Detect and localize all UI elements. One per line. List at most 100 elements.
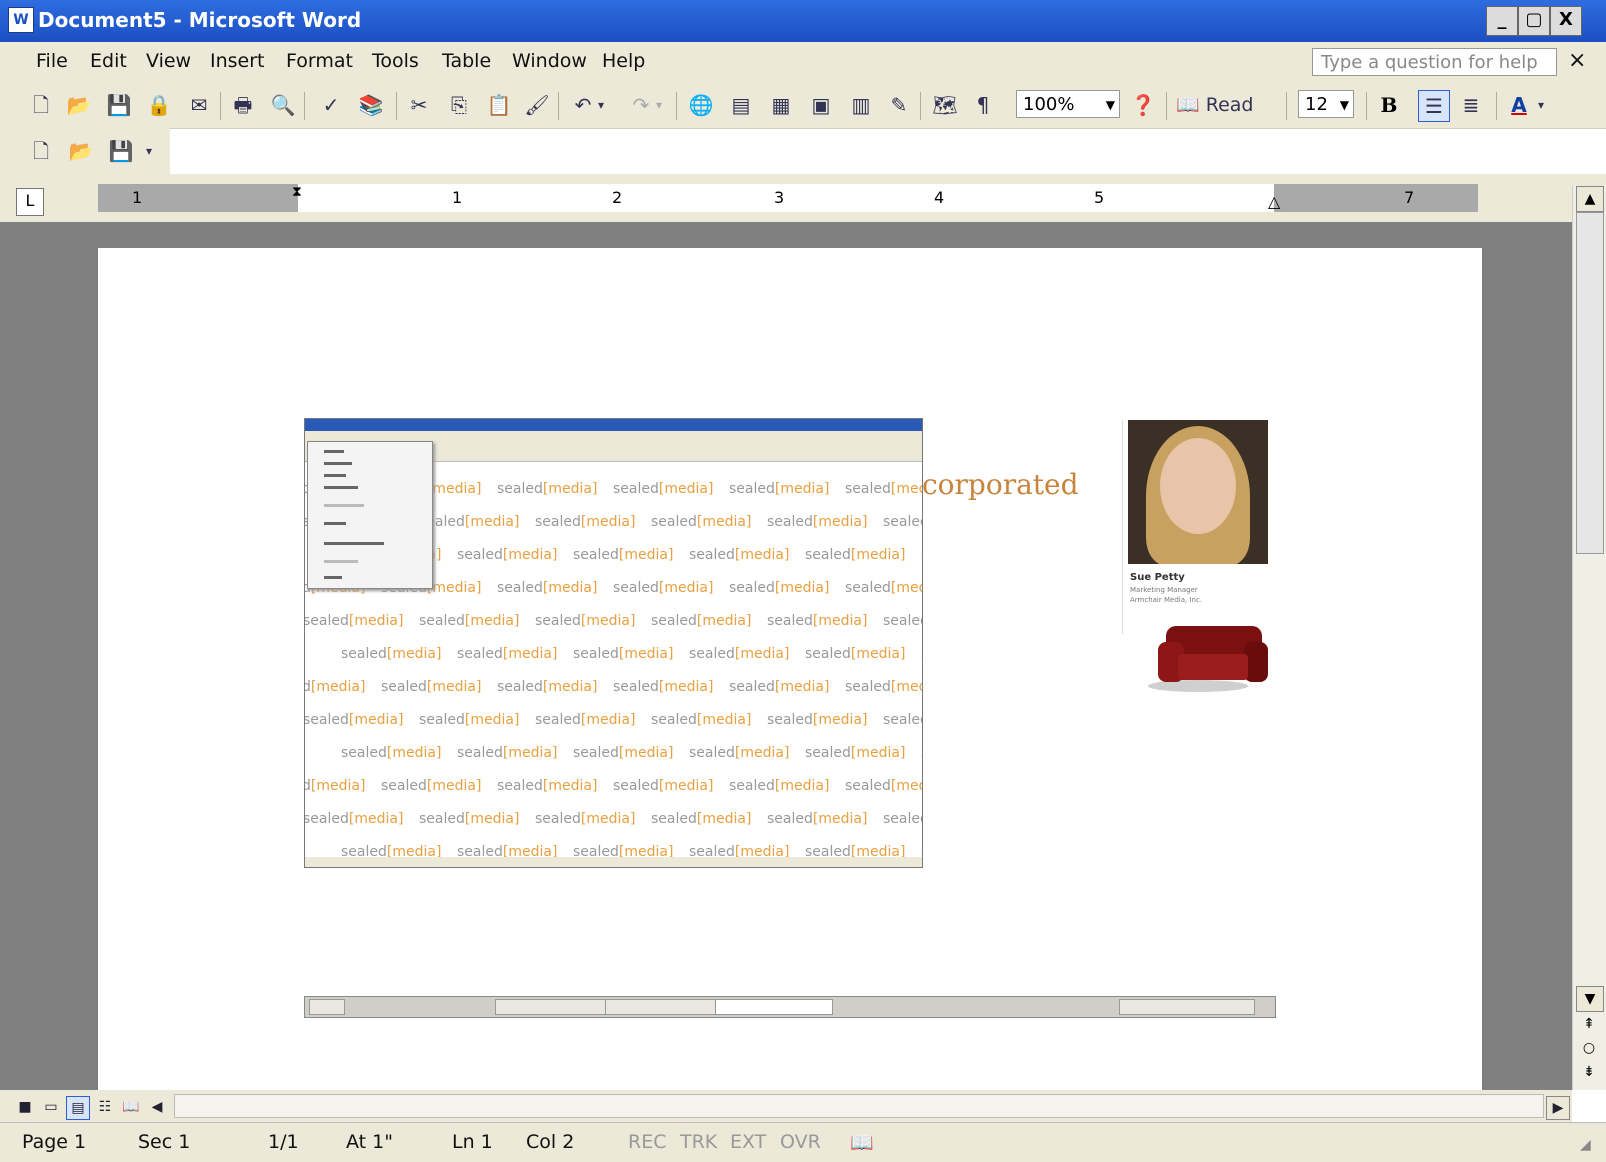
- font-color-dropdown-icon[interactable]: ▾: [1534, 90, 1548, 120]
- horizontal-scroll-track[interactable]: [174, 1094, 1544, 1118]
- left-indent-marker[interactable]: ⧗: [292, 184, 302, 200]
- normal-view-icon[interactable]: ■: [14, 1096, 36, 1118]
- web-layout-view-icon[interactable]: ▭: [40, 1096, 62, 1118]
- copy-icon[interactable]: ⎘: [444, 90, 474, 120]
- menu-file[interactable]: File: [36, 50, 68, 72]
- font-size-combo[interactable]: 12 ▼: [1298, 90, 1354, 118]
- help-icon[interactable]: ❓: [1128, 90, 1158, 120]
- watermark-word: sealed: [573, 745, 619, 761]
- embedded-screenshot-image[interactable]: sealed[media]sealed[media]sealed[media]s…: [304, 418, 923, 868]
- insert-excel-icon[interactable]: ▣: [806, 90, 836, 120]
- previous-page-icon[interactable]: ⇞: [1576, 1012, 1602, 1036]
- undo-dropdown-icon[interactable]: ▾: [594, 90, 608, 120]
- research-icon[interactable]: 📚: [356, 90, 386, 120]
- ruler-number: 5: [1094, 188, 1105, 207]
- align-left-icon[interactable]: ☰: [1418, 90, 1450, 122]
- watermark-word: sealed: [457, 745, 503, 761]
- maximize-button[interactable]: ▢: [1518, 6, 1550, 36]
- scroll-up-icon[interactable]: ▲: [1576, 186, 1604, 212]
- right-indent-marker[interactable]: △: [1268, 192, 1280, 211]
- ruler-number: 1: [132, 188, 143, 207]
- watermark-word: sealed: [651, 811, 697, 827]
- reading-layout-view-icon[interactable]: 📖: [120, 1096, 142, 1118]
- new-document-icon[interactable]: 🗋: [26, 90, 56, 120]
- menu-format[interactable]: Format: [286, 50, 353, 72]
- status-ext[interactable]: EXT: [730, 1131, 766, 1153]
- read-button[interactable]: 📖 Read: [1176, 90, 1266, 120]
- menu-view[interactable]: View: [146, 50, 191, 72]
- bold-button[interactable]: B: [1374, 90, 1404, 120]
- zoom-combo[interactable]: 100% ▼: [1016, 90, 1120, 118]
- watermark-word: sealed: [304, 712, 349, 728]
- scroll-right-icon[interactable]: ▶: [1546, 1096, 1570, 1120]
- show-hide-icon[interactable]: ¶: [968, 90, 998, 120]
- scroll-left-icon[interactable]: ◀: [146, 1096, 168, 1118]
- status-ovr[interactable]: OVR: [780, 1131, 821, 1153]
- resize-grip-icon[interactable]: ◢: [1580, 1137, 1591, 1153]
- word-app-icon[interactable]: W: [8, 7, 34, 33]
- outline-view-icon[interactable]: ☷: [94, 1096, 116, 1118]
- help-question-input[interactable]: Type a question for help: [1312, 48, 1557, 76]
- watermark-bracket: [media]: [890, 778, 922, 794]
- drawing-icon[interactable]: ✎: [884, 90, 914, 120]
- insert-table-icon[interactable]: ▦: [766, 90, 796, 120]
- minimize-button[interactable]: _: [1486, 6, 1518, 36]
- toolbar-options-icon[interactable]: ▾: [142, 136, 156, 166]
- permission-icon[interactable]: 🔒: [144, 90, 174, 120]
- menu-edit[interactable]: Edit: [90, 50, 127, 72]
- font-color-button[interactable]: A: [1504, 90, 1534, 120]
- save-icon[interactable]: 💾: [104, 90, 134, 120]
- print-layout-view-icon[interactable]: ▤: [66, 1096, 90, 1120]
- close-document-button[interactable]: ×: [1568, 48, 1586, 73]
- zoom-dropdown-icon[interactable]: ▼: [1106, 91, 1115, 119]
- watermark-text: sealed[media]: [457, 745, 557, 761]
- hyperlink-icon[interactable]: 🌐: [686, 90, 716, 120]
- watermark-text: sealed[media]: [883, 811, 922, 827]
- embedded-taskbar-image[interactable]: [304, 996, 1276, 1018]
- email-icon[interactable]: ✉: [184, 90, 214, 120]
- close-button[interactable]: X: [1550, 6, 1582, 36]
- watermark-word: sealed: [883, 514, 922, 530]
- armchair-image[interactable]: [1148, 620, 1270, 694]
- columns-icon[interactable]: ▥: [846, 90, 876, 120]
- vertical-scroll-thumb[interactable]: [1576, 212, 1604, 554]
- vertical-scrollbar[interactable]: ▲ ▼ ⇞ ○ ⇟: [1572, 186, 1606, 1090]
- watermark-bracket: [media]: [464, 514, 520, 530]
- document-map-icon[interactable]: 🗺: [930, 90, 960, 120]
- redo-dropdown-icon[interactable]: ▾: [652, 90, 666, 120]
- open-folder-icon[interactable]: 📂: [64, 90, 94, 120]
- profile-photo[interactable]: [1128, 420, 1268, 564]
- tab-selector[interactable]: L: [16, 188, 44, 216]
- scroll-down-icon[interactable]: ▼: [1576, 986, 1604, 1012]
- watermark-bracket: [media]: [618, 745, 674, 761]
- status-trk[interactable]: TRK: [680, 1131, 717, 1153]
- next-page-icon[interactable]: ⇟: [1576, 1060, 1602, 1084]
- horizontal-ruler[interactable]: 1 1 2 3 4 5 7 ⧗ △: [98, 184, 1478, 212]
- print-preview-icon[interactable]: 🔍: [268, 90, 298, 120]
- justify-icon[interactable]: ≣: [1456, 90, 1486, 120]
- menu-window[interactable]: Window: [512, 50, 587, 72]
- menu-tools[interactable]: Tools: [372, 50, 419, 72]
- status-rec[interactable]: REC: [628, 1131, 666, 1153]
- heading-fragment: corporated: [922, 468, 1079, 501]
- watermark-word: sealed: [573, 646, 619, 662]
- watermark-text: sealed[media]: [305, 811, 403, 827]
- menu-insert[interactable]: Insert: [210, 50, 265, 72]
- menu-table[interactable]: Table: [442, 50, 491, 72]
- spelling-icon[interactable]: ✓: [316, 90, 346, 120]
- menu-help[interactable]: Help: [602, 50, 645, 72]
- font-size-dropdown-icon[interactable]: ▼: [1340, 91, 1349, 119]
- watermark-word: sealed: [883, 712, 922, 728]
- cut-icon[interactable]: ✂: [404, 90, 434, 120]
- tables-borders-icon[interactable]: ▤: [726, 90, 756, 120]
- embedded-tray: [1119, 999, 1255, 1015]
- watermark-bracket: [media]: [348, 712, 404, 728]
- print-icon[interactable]: 🖶: [228, 90, 258, 120]
- select-browse-object-icon[interactable]: ○: [1576, 1036, 1602, 1060]
- save-as-icon[interactable]: 💾: [106, 136, 136, 166]
- open-icon[interactable]: 📂: [66, 136, 96, 166]
- spelling-status-icon[interactable]: 📖: [850, 1131, 874, 1154]
- format-painter-icon[interactable]: 🖌: [522, 90, 552, 120]
- paste-icon[interactable]: 📋: [484, 90, 514, 120]
- new-blank-icon[interactable]: 🗋: [26, 136, 56, 166]
